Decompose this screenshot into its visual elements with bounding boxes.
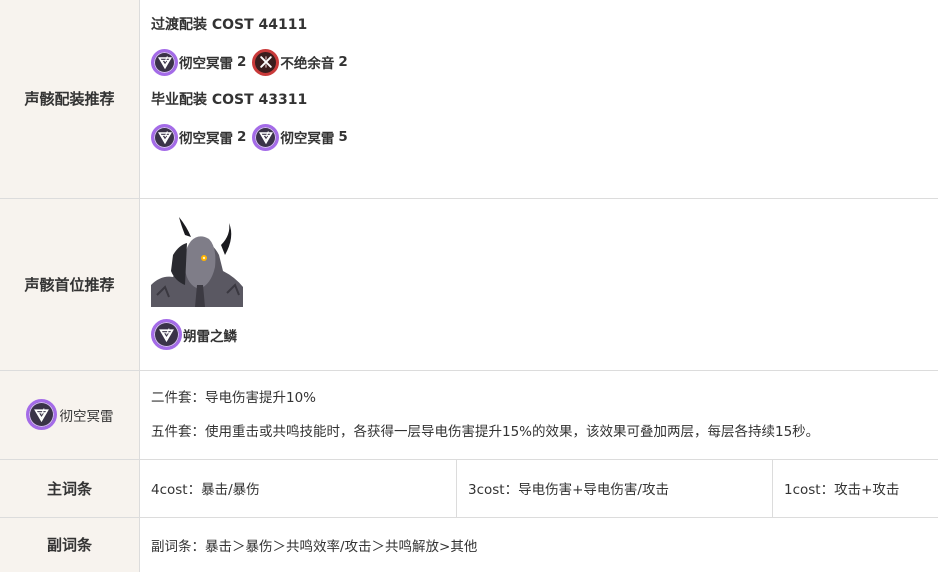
echo-setup-row: 声骸配装推荐 过渡配装 COST 44111 彻空冥雷 2 不绝余音 2 毕业配… bbox=[0, 0, 938, 199]
cost4-stats: 4cost：暴击/暴伤 bbox=[151, 482, 260, 498]
void-thunder-icon bbox=[252, 123, 280, 151]
set-effect-content: 二件套：导电伤害提升10% 五件套：使用重击或共鸣技能时，各获得一层导电伤害提升… bbox=[139, 370, 938, 460]
set-effect-label: 彻空冥雷 bbox=[0, 370, 140, 460]
sub-stats-label: 副词条 bbox=[0, 517, 140, 572]
echo-entry[interactable]: 彻空冥雷 5 bbox=[252, 123, 349, 151]
final-echo-list: 彻空冥雷 2 彻空冥雷 5 bbox=[151, 120, 927, 154]
main-echo-entry[interactable]: 朔雷之鳞 bbox=[151, 318, 927, 352]
main-echo-label: 声骸首位推荐 bbox=[0, 198, 140, 371]
sub-stats-content: 副词条：暴击＞暴伤＞共鸣效率/攻击＞共鸣解放>其他 bbox=[151, 538, 478, 555]
void-thunder-icon bbox=[151, 319, 182, 350]
void-thunder-icon bbox=[151, 48, 178, 76]
set-title: 彻空冥雷 bbox=[0, 399, 139, 430]
main-echo-name: 朔雷之鳞 bbox=[183, 328, 237, 345]
transition-title: 过渡配装 COST 44111 bbox=[151, 17, 308, 33]
main-echo-content: 朔雷之鳞 bbox=[139, 198, 938, 371]
build-table: 声骸配装推荐 过渡配装 COST 44111 彻空冥雷 2 不绝余音 2 毕业配… bbox=[0, 0, 938, 572]
echo-setup-label: 声骸配装推荐 bbox=[0, 0, 140, 199]
two-piece-effect: 二件套：导电伤害提升10% bbox=[151, 389, 317, 406]
echo-entry[interactable]: 彻空冥雷 2 bbox=[151, 123, 248, 151]
echo-entry[interactable]: 彻空冥雷 2 bbox=[151, 48, 248, 76]
transition-echo-list: 彻空冥雷 2 不绝余音 2 bbox=[151, 45, 927, 79]
final-title: 毕业配装 COST 43311 bbox=[151, 92, 308, 108]
lingering-tunes-icon bbox=[252, 48, 280, 76]
five-piece-effect: 五件套：使用重击或共鸣技能时，各获得一层导电伤害提升15%的效果，该效果可叠加两… bbox=[151, 423, 820, 440]
cost1-stats: 1cost：攻击+攻击 bbox=[772, 459, 938, 517]
sub-stats-row: 副词条 副词条：暴击＞暴伤＞共鸣效率/攻击＞共鸣解放>其他 bbox=[0, 517, 938, 572]
void-thunder-icon bbox=[151, 123, 178, 151]
set-effect-row: 彻空冥雷 二件套：导电伤害提升10% 五件套：使用重击或共鸣技能时，各获得一层导… bbox=[0, 370, 938, 460]
echo-entry[interactable]: 不绝余音 2 bbox=[252, 48, 349, 76]
main-stats-label: 主词条 bbox=[0, 459, 140, 518]
cost3-stats: 3cost：导电伤害+导电伤害/攻击 bbox=[456, 459, 772, 517]
main-stats-row: 主词条 4cost：暴击/暴伤 3cost：导电伤害+导电伤害/攻击 1cost… bbox=[0, 459, 938, 518]
void-thunder-icon bbox=[25, 399, 57, 430]
echo-setup-content: 过渡配装 COST 44111 彻空冥雷 2 不绝余音 2 毕业配装 COST … bbox=[139, 0, 938, 199]
main-echo-row: 声骸首位推荐 朔雷之鳞 bbox=[0, 198, 938, 371]
main-stats-content: 4cost：暴击/暴伤 3cost：导电伤害+导电伤害/攻击 1cost：攻击+… bbox=[139, 459, 938, 518]
tempest-mephis-portrait[interactable] bbox=[151, 214, 243, 307]
set-name: 彻空冥雷 bbox=[59, 408, 114, 425]
